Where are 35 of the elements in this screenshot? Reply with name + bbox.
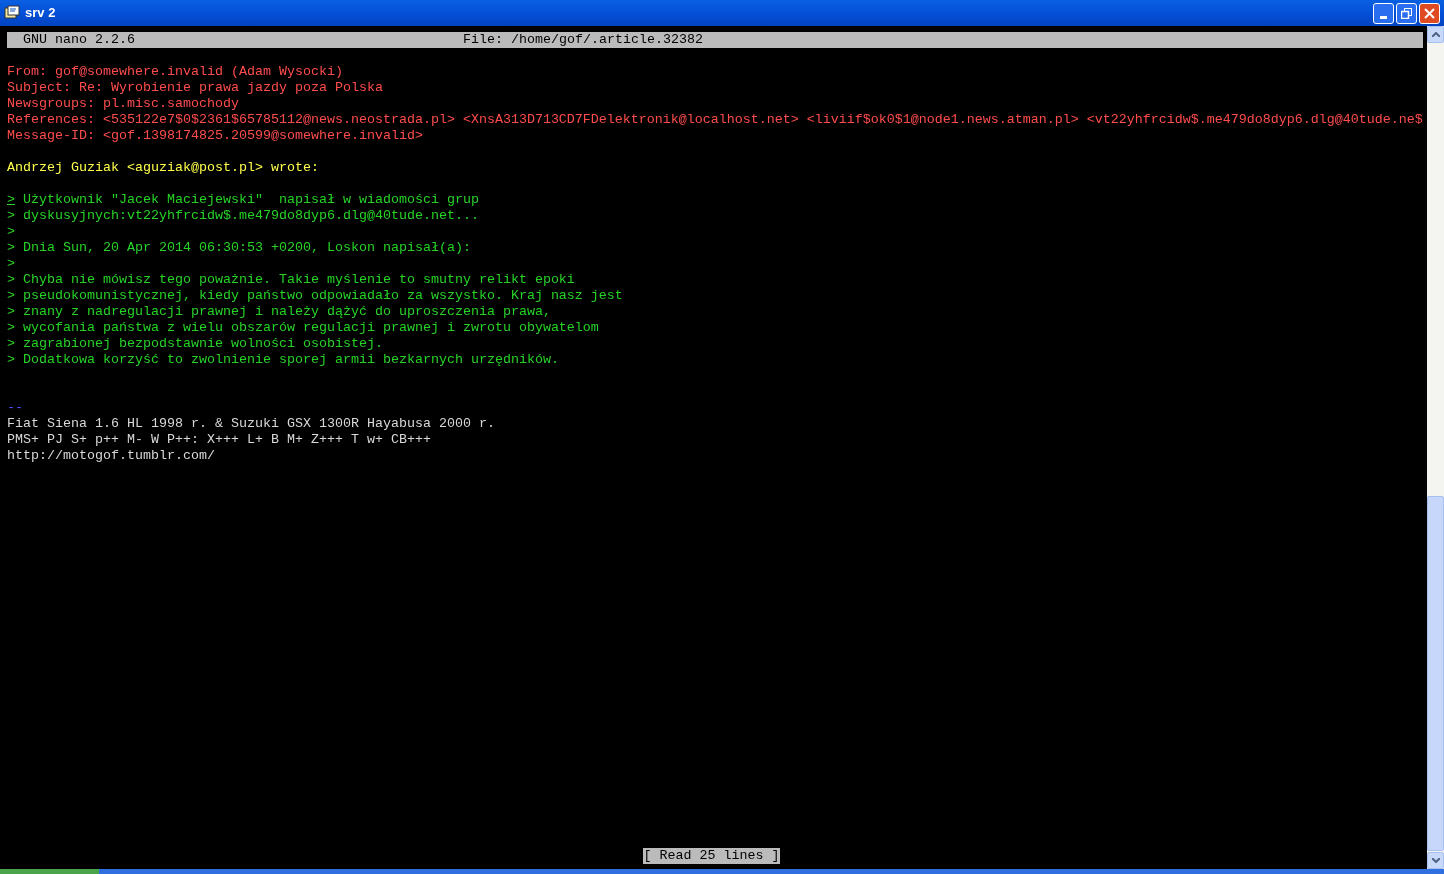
file-path: File: /home/gof/.article.32382	[463, 32, 703, 48]
window-title: srv 2	[25, 4, 56, 23]
header-line: Newsgroups: pl.misc.samochody	[7, 96, 239, 111]
minimize-button[interactable]	[1373, 2, 1394, 24]
quoted-line: > Chyba nie mówisz tego poważnie. Takie myślenie to smutny relikt epoki	[7, 272, 575, 287]
scroll-thumb[interactable]	[1427, 496, 1444, 851]
header-line: From: gof@somewhere.invalid (Adam Wysocki)	[7, 64, 343, 79]
quoted-line: > zagrabionej bezpodstawnie wolności osobistej.	[7, 336, 383, 351]
minimize-icon	[1380, 15, 1387, 19]
quoted-line: > pseudokomunistycznej, kiedy państwo odpowiadało za wszystko. Kraj nasz jest	[7, 288, 623, 303]
restore-icon	[1401, 7, 1412, 19]
scroll-up-button[interactable]	[1427, 26, 1444, 43]
close-icon	[1424, 7, 1435, 19]
quoted-line: > znany z nadregulacji prawnej i należy dążyć do uproszczenia prawa,	[7, 304, 551, 319]
header-line: Subject: Re: Wyrobienie prawa jazdy poza Polska	[7, 80, 383, 95]
signature-line: PMS+ PJ S+ p++ M- W P++: X+++ L+ B M+ Z+++ T w+ CB+++	[7, 432, 431, 447]
header-line: References: <535122e7$0$2361$65785112@news.neostrada.pl> <XnsA313D713CD7FDelektronik@localhost.net> <liviif$ok0$1@node1.news.atman.pl> <vt22yhfrcidw$.me479do8dyp6.dlg@40tude.ne$	[7, 112, 1423, 127]
quoted-line: > Użytkownik "Jacek Maciejewski" napisał w wiadomości grup	[7, 192, 479, 207]
signature-line: http://motogof.tumblr.com/	[7, 448, 215, 463]
quoted-line: > Dnia Sun, 20 Apr 2014 06:30:53 +0200, Loskon napisał(a):	[7, 240, 471, 255]
quoted-line: > wycofania państwa z wielu obszarów regulacji prawnej i zwrotu obywatelom	[7, 320, 599, 335]
quoted-line: > Dodatkowa korzyść to zwolnienie sporej armii bezkarnych urzędników.	[7, 352, 559, 367]
restore-button[interactable]	[1396, 2, 1417, 24]
quoted-line: > dyskusyjnych:vt22yhfrcidw$.me479do8dyp6.dlg@40tude.net...	[7, 208, 479, 223]
signature-separator: --	[7, 400, 23, 415]
close-button[interactable]	[1419, 2, 1440, 24]
header-line: Message-ID: <gof.1398174825.20599@somewhere.invalid>	[7, 128, 423, 143]
scroll-down-button[interactable]	[1427, 852, 1444, 869]
editor-version: GNU nano 2.2.6	[23, 32, 135, 48]
terminal-app-icon	[4, 5, 20, 21]
quoted-line: >	[7, 224, 15, 239]
status-message: [ Read 25 lines ]	[642, 848, 781, 864]
attribution-line: Andrzej Guziak <aguziak@post.pl> wrote:	[7, 160, 319, 175]
signature-line: Fiat Siena 1.6 HL 1998 r. & Suzuki GSX 1300R Hayabusa 2000 r.	[7, 416, 495, 431]
quoted-line: >	[7, 256, 15, 271]
